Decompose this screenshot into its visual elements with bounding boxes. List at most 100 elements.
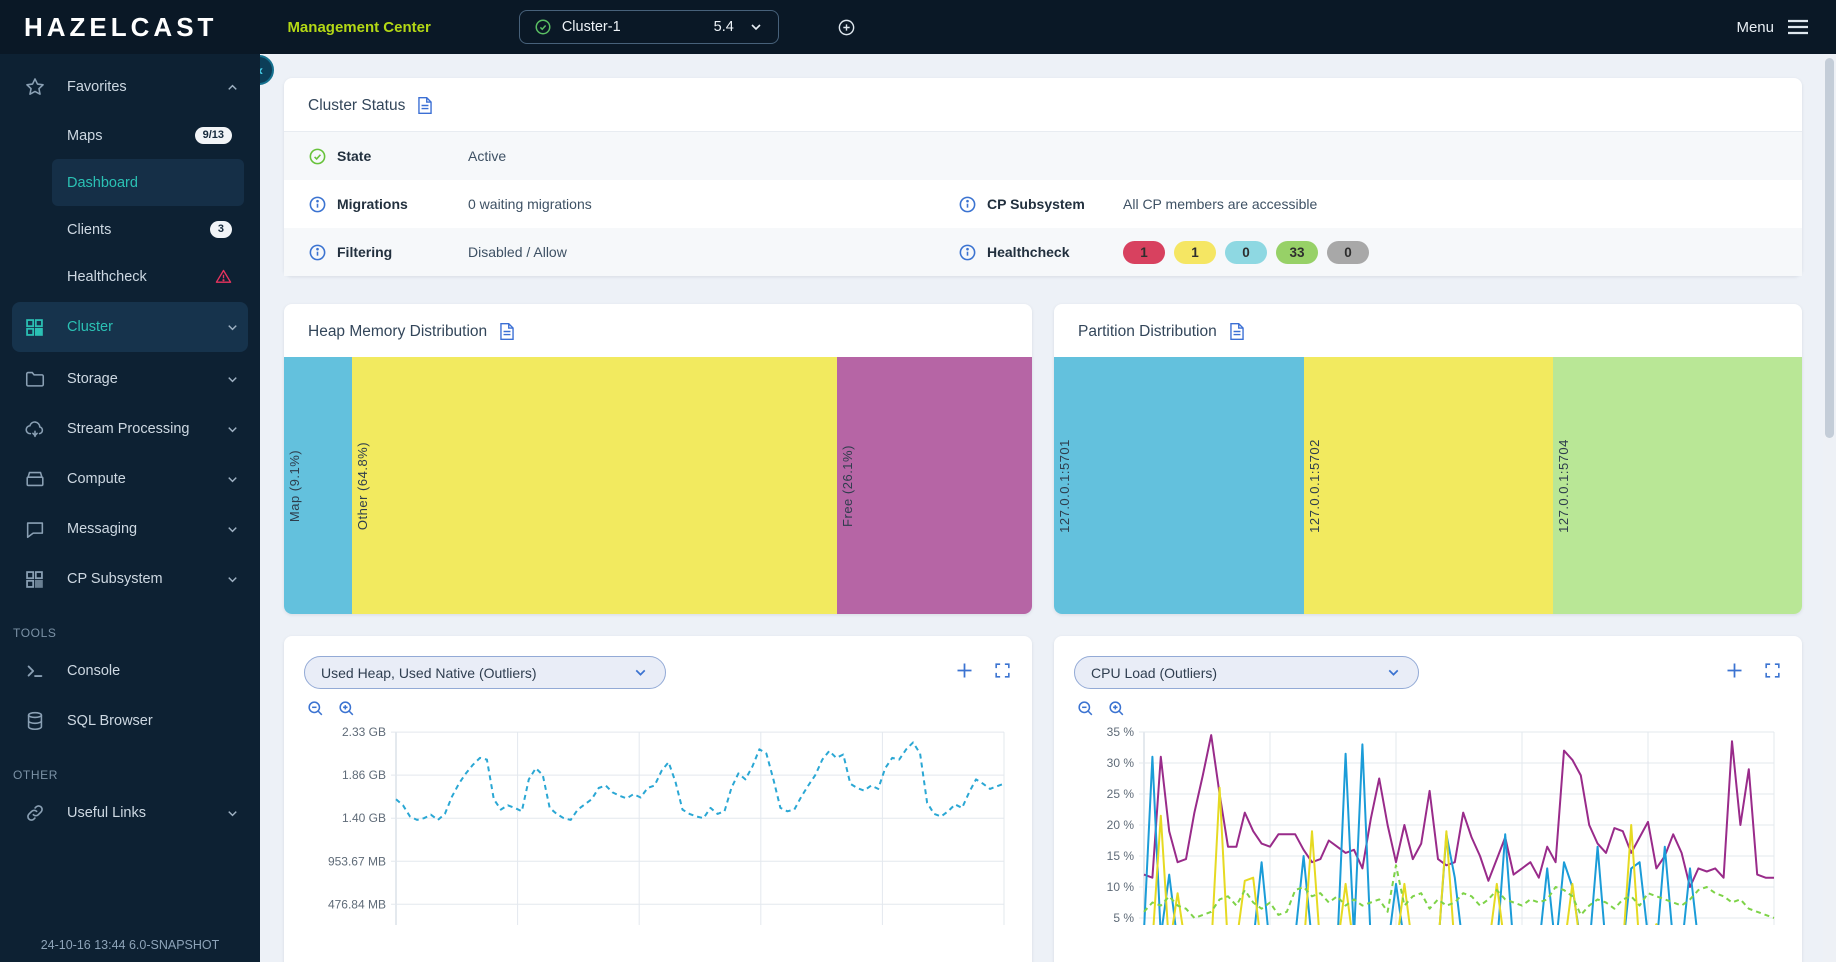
svg-text:2.33 GB: 2.33 GB <box>342 725 386 739</box>
warning-triangle-icon <box>215 268 232 285</box>
cloud-stream-icon <box>24 418 46 440</box>
sidebar: Favorites Maps 9/13 Dashboard Clients 3 … <box>0 54 260 962</box>
sidebar-item-healthcheck[interactable]: Healthcheck <box>52 253 244 300</box>
sidebar-item-clients[interactable]: Clients 3 <box>52 206 244 253</box>
distribution-segment: Other (64.8%) <box>352 357 837 614</box>
sidebar-item-label: Storage <box>67 371 204 387</box>
cp-subsystem-value: All CP members are accessible <box>1123 196 1802 212</box>
add-chart-button[interactable] <box>954 660 975 681</box>
folder-icon <box>24 368 46 390</box>
add-chart-button[interactable] <box>1724 660 1745 681</box>
segment-label: Map (9.1%) <box>287 449 302 521</box>
sidebar-item-dashboard[interactable]: Dashboard <box>52 159 244 206</box>
chevron-down-icon <box>225 372 240 387</box>
sidebar-item-label: Messaging <box>67 521 204 537</box>
chevron-down-icon <box>225 806 240 821</box>
healthcheck-badge: 0 <box>1327 241 1369 264</box>
state-label: State <box>337 148 371 164</box>
sidebar-item-cp-subsystem[interactable]: CP Subsystem <box>0 554 260 604</box>
hazelcast-logo: HAZELCAST <box>24 12 217 43</box>
sidebar-item-compute[interactable]: Compute <box>0 454 260 504</box>
healthcheck-label: Healthcheck <box>987 244 1069 260</box>
filtering-value: Disabled / Allow <box>468 244 958 260</box>
svg-text:1.86 GB: 1.86 GB <box>342 768 386 782</box>
add-cluster-button[interactable] <box>837 18 856 37</box>
sidebar-collapse-button[interactable]: « <box>260 55 274 85</box>
heap-metrics-card: Used Heap, Used Native (Outliers) <box>284 636 1032 962</box>
maps-count-badge: 9/13 <box>195 127 232 144</box>
docs-icon[interactable] <box>499 322 515 341</box>
docs-icon[interactable] <box>417 96 433 115</box>
database-icon <box>24 710 46 732</box>
fullscreen-icon[interactable] <box>993 661 1012 680</box>
hamburger-icon[interactable] <box>1786 17 1810 37</box>
sidebar-item-console[interactable]: Console <box>0 646 260 696</box>
migrations-value: 0 waiting migrations <box>468 196 958 212</box>
sidebar-item-cluster[interactable]: Cluster <box>12 302 248 352</box>
migrations-label: Migrations <box>337 196 408 212</box>
cp-subsystem-label: CP Subsystem <box>987 196 1085 212</box>
status-row-filtering: Filtering Disabled / Allow Healthcheck 1… <box>284 228 1802 276</box>
top-bar: HAZELCAST Management Center Cluster-1 5.… <box>0 0 1836 54</box>
heap-line-chart: 2.33 GB1.86 GB1.40 GB953.67 MB476.84 MB <box>304 720 1012 930</box>
metric-select[interactable]: CPU Load (Outliers) <box>1074 656 1419 689</box>
filtering-label: Filtering <box>337 244 392 260</box>
healthcheck-badge: 1 <box>1123 241 1165 264</box>
cluster-grid-icon <box>24 316 46 338</box>
cluster-name: Cluster-1 <box>562 19 704 35</box>
zoom-in-icon[interactable] <box>1107 699 1126 718</box>
distribution-segment: Map (9.1%) <box>284 357 352 614</box>
chevron-down-icon <box>225 472 240 487</box>
zoom-in-icon[interactable] <box>337 699 356 718</box>
svg-text:30 %: 30 % <box>1107 756 1135 770</box>
build-version-text: 24-10-16 13:44 6.0-SNAPSHOT <box>0 938 260 952</box>
partition-distribution-chart: 127.0.0.1:5701127.0.0.1:5702127.0.0.1:57… <box>1054 357 1802 614</box>
scrollbar-thumb[interactable] <box>1825 58 1834 438</box>
sidebar-item-messaging[interactable]: Messaging <box>0 504 260 554</box>
sidebar-item-useful-links[interactable]: Useful Links <box>0 788 260 838</box>
status-row-migrations: Migrations 0 waiting migrations CP Subsy… <box>284 180 1802 228</box>
sidebar-item-label: Stream Processing <box>67 421 204 437</box>
segment-label: Other (64.8%) <box>355 441 370 529</box>
cpu-line-chart: 35 %30 %25 %20 %15 %10 %5 % <box>1074 720 1782 930</box>
chevron-up-icon <box>225 80 240 95</box>
svg-text:25 %: 25 % <box>1107 787 1135 801</box>
sidebar-item-label: Cluster <box>67 319 204 335</box>
zoom-out-icon[interactable] <box>306 699 325 718</box>
segment-label: Free (26.1%) <box>840 445 855 527</box>
distribution-segment: 127.0.0.1:5704 <box>1553 357 1802 614</box>
zoom-out-icon[interactable] <box>1076 699 1095 718</box>
sidebar-item-sql-browser[interactable]: SQL Browser <box>0 696 260 746</box>
heap-memory-distribution-card: Heap Memory Distribution Map (9.1%) Other… <box>284 304 1032 614</box>
other-section-label: OTHER <box>0 746 260 788</box>
cluster-selector[interactable]: Cluster-1 5.4 <box>519 10 779 44</box>
docs-icon[interactable] <box>1229 322 1245 341</box>
sidebar-item-label: Clients <box>67 222 200 238</box>
star-icon <box>24 76 46 98</box>
healthcheck-badge: 33 <box>1276 241 1318 264</box>
svg-text:10 %: 10 % <box>1107 880 1135 894</box>
card-title: Heap Memory Distribution <box>308 323 487 341</box>
page-scrollbar[interactable] <box>1823 54 1836 962</box>
metric-select[interactable]: Used Heap, Used Native (Outliers) <box>304 656 666 689</box>
sidebar-item-label: SQL Browser <box>67 713 240 729</box>
svg-text:953.67 MB: 953.67 MB <box>328 854 386 868</box>
status-row-state: State Active <box>284 132 1802 180</box>
sidebar-item-label: Maps <box>67 128 185 144</box>
chevron-down-icon <box>225 320 240 335</box>
sidebar-section-favorites[interactable]: Favorites <box>0 62 260 112</box>
sidebar-item-storage[interactable]: Storage <box>0 354 260 404</box>
partition-distribution-card: Partition Distribution 127.0.0.1:5701127… <box>1054 304 1802 614</box>
svg-text:476.84 MB: 476.84 MB <box>328 897 386 911</box>
fullscreen-icon[interactable] <box>1763 661 1782 680</box>
chevron-down-icon <box>225 422 240 437</box>
card-title: Partition Distribution <box>1078 323 1217 341</box>
compute-box-icon <box>24 468 46 490</box>
sidebar-item-label: Healthcheck <box>67 269 205 285</box>
sidebar-item-stream-processing[interactable]: Stream Processing <box>0 404 260 454</box>
menu-button-label[interactable]: Menu <box>1736 19 1774 36</box>
cp-grid-icon <box>24 568 46 590</box>
svg-text:5 %: 5 % <box>1113 911 1134 925</box>
sidebar-item-maps[interactable]: Maps 9/13 <box>52 112 244 159</box>
chevron-down-icon <box>225 522 240 537</box>
